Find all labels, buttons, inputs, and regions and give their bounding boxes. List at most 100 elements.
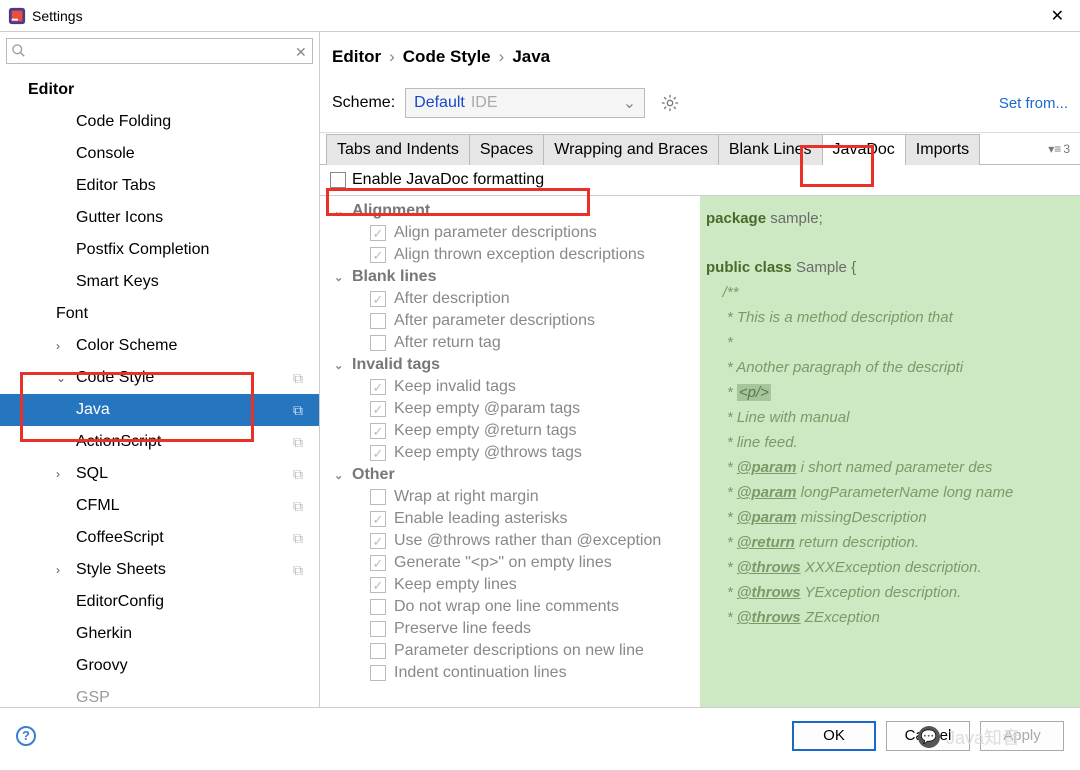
option-item[interactable]: Keep empty @param tags xyxy=(320,398,700,420)
search-input[interactable] xyxy=(6,38,313,64)
option-item[interactable]: Do not wrap one line comments xyxy=(320,596,700,618)
option-item[interactable]: Parameter descriptions on new line xyxy=(320,640,700,662)
tab-javadoc[interactable]: JavaDoc xyxy=(823,134,906,165)
scheme-label: Scheme: xyxy=(332,94,395,112)
option-label: Keep invalid tags xyxy=(394,378,516,396)
option-label: Use @throws rather than @exception xyxy=(394,532,661,550)
tree-code-style-stylesheets[interactable]: ›Style Sheets⧉ xyxy=(0,554,319,586)
option-label: Parameter descriptions on new line xyxy=(394,642,644,660)
tree-console[interactable]: Console xyxy=(0,138,319,170)
ok-button[interactable]: OK xyxy=(792,721,876,751)
option-item[interactable]: Generate "<p>" on empty lines xyxy=(320,552,700,574)
tab-imports[interactable]: Imports xyxy=(906,134,980,165)
tree-editor-tabs[interactable]: Editor Tabs xyxy=(0,170,319,202)
set-from-link[interactable]: Set from... xyxy=(999,95,1068,112)
section-alignment[interactable]: ⌄Alignment xyxy=(320,200,700,222)
tree-code-style-groovy[interactable]: Groovy xyxy=(0,650,319,682)
help-icon[interactable]: ? xyxy=(16,726,36,746)
chevron-right-icon: › xyxy=(389,47,395,67)
checkbox[interactable] xyxy=(370,577,386,593)
checkbox[interactable] xyxy=(370,225,386,241)
tree-code-style-editorconfig[interactable]: EditorConfig xyxy=(0,586,319,618)
option-item[interactable]: Align thrown exception descriptions xyxy=(320,244,700,266)
crumb-codestyle[interactable]: Code Style xyxy=(403,47,491,67)
checkbox[interactable] xyxy=(370,599,386,615)
tab-blank-lines[interactable]: Blank Lines xyxy=(719,134,823,165)
option-item[interactable]: Keep empty @return tags xyxy=(320,420,700,442)
tree-color-scheme[interactable]: ›Color Scheme xyxy=(0,330,319,362)
gear-icon[interactable] xyxy=(661,94,679,112)
checkbox[interactable] xyxy=(370,643,386,659)
option-label: Do not wrap one line comments xyxy=(394,598,619,616)
checkbox[interactable] xyxy=(370,291,386,307)
tree-code-style-gherkin[interactable]: Gherkin xyxy=(0,618,319,650)
option-item[interactable]: After parameter descriptions xyxy=(320,310,700,332)
close-button[interactable]: ✕ xyxy=(1043,2,1072,30)
tree-code-style-sql[interactable]: ›SQL⧉ xyxy=(0,458,319,490)
option-item[interactable]: Wrap at right margin xyxy=(320,486,700,508)
window-title: Settings xyxy=(32,8,83,24)
tree-smart-keys[interactable]: Smart Keys xyxy=(0,266,319,298)
settings-content: Editor › Code Style › Java Scheme: Defau… xyxy=(320,32,1080,707)
scheme-dropdown[interactable]: DefaultIDE ⌄ xyxy=(405,88,645,118)
option-item[interactable]: Enable leading asterisks xyxy=(320,508,700,530)
apply-button[interactable]: Apply xyxy=(980,721,1064,751)
checkbox[interactable] xyxy=(370,555,386,571)
tree-code-style-coffeescript[interactable]: CoffeeScript⧉ xyxy=(0,522,319,554)
checkbox[interactable] xyxy=(370,511,386,527)
checkbox[interactable] xyxy=(370,313,386,329)
option-item[interactable]: Preserve line feeds xyxy=(320,618,700,640)
crumb-editor[interactable]: Editor xyxy=(332,47,381,67)
checkbox[interactable] xyxy=(370,335,386,351)
tree-code-style-java[interactable]: Java⧉ xyxy=(0,394,319,426)
chevron-down-icon: ⌄ xyxy=(334,359,343,372)
option-label: Align thrown exception descriptions xyxy=(394,246,645,264)
enable-javadoc-checkbox[interactable] xyxy=(330,172,346,188)
checkbox[interactable] xyxy=(370,423,386,439)
tab-tabs-indents[interactable]: Tabs and Indents xyxy=(326,134,470,165)
tree-font[interactable]: Font xyxy=(0,298,319,330)
option-item[interactable]: Align parameter descriptions xyxy=(320,222,700,244)
option-item[interactable]: After return tag xyxy=(320,332,700,354)
option-label: Keep empty @param tags xyxy=(394,400,580,418)
cancel-button[interactable]: Cancel xyxy=(886,721,970,751)
tree-code-style-gsp[interactable]: GSP xyxy=(0,682,319,707)
option-label: Keep empty @return tags xyxy=(394,422,577,440)
tabs-overflow[interactable]: ▾≡3 xyxy=(1038,133,1080,164)
option-item[interactable]: Use @throws rather than @exception xyxy=(320,530,700,552)
tree-gutter-icons[interactable]: Gutter Icons xyxy=(0,202,319,234)
tree-editor[interactable]: Editor xyxy=(0,74,319,106)
tab-spaces[interactable]: Spaces xyxy=(470,134,544,165)
section-blank[interactable]: ⌄Blank lines xyxy=(320,266,700,288)
option-item[interactable]: Keep empty lines xyxy=(320,574,700,596)
dialog-footer: ? OK Cancel Apply xyxy=(0,707,1080,763)
copy-indicator-icon: ⧉ xyxy=(293,498,303,515)
option-item[interactable]: Indent continuation lines xyxy=(320,662,700,684)
checkbox[interactable] xyxy=(370,489,386,505)
option-item[interactable]: Keep invalid tags xyxy=(320,376,700,398)
tree-code-style-actionscript[interactable]: ActionScript⧉ xyxy=(0,426,319,458)
option-item[interactable]: After description xyxy=(320,288,700,310)
crumb-java[interactable]: Java xyxy=(512,47,550,67)
checkbox[interactable] xyxy=(370,379,386,395)
option-item[interactable]: Keep empty @throws tags xyxy=(320,442,700,464)
checkbox[interactable] xyxy=(370,621,386,637)
app-icon xyxy=(8,7,26,25)
tree-postfix[interactable]: Postfix Completion xyxy=(0,234,319,266)
tab-wrapping[interactable]: Wrapping and Braces xyxy=(544,134,719,165)
tree-code-style[interactable]: ⌄Code Style⧉ xyxy=(0,362,319,394)
tabs-bar: Tabs and Indents Spaces Wrapping and Bra… xyxy=(320,132,1080,165)
clear-search-icon[interactable]: ✕ xyxy=(295,44,307,56)
section-other[interactable]: ⌄Other xyxy=(320,464,700,486)
checkbox[interactable] xyxy=(370,665,386,681)
checkbox[interactable] xyxy=(370,247,386,263)
section-invalid[interactable]: ⌄Invalid tags xyxy=(320,354,700,376)
checkbox[interactable] xyxy=(370,445,386,461)
chevron-right-icon: › xyxy=(56,563,60,577)
checkbox[interactable] xyxy=(370,401,386,417)
tree-code-folding[interactable]: Code Folding xyxy=(0,106,319,138)
copy-indicator-icon: ⧉ xyxy=(293,402,303,419)
option-label: Indent continuation lines xyxy=(394,664,567,682)
checkbox[interactable] xyxy=(370,533,386,549)
tree-code-style-cfml[interactable]: CFML⧉ xyxy=(0,490,319,522)
